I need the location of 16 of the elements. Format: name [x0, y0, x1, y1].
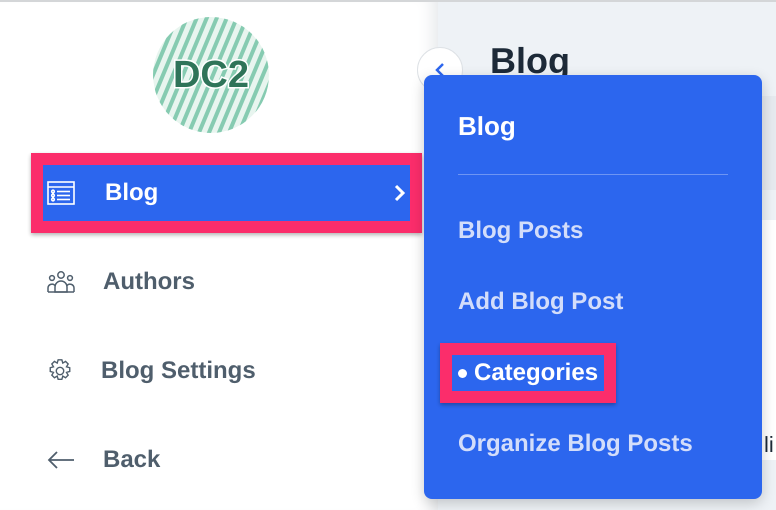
chevron-right-icon	[394, 184, 406, 202]
menu-item[interactable]: Organize Blog Posts	[458, 430, 693, 458]
menu-item[interactable]: Categories	[458, 359, 598, 387]
people-icon	[47, 270, 75, 294]
bullet-icon	[458, 368, 467, 378]
logo: DC2	[153, 17, 269, 133]
nav-item[interactable]: Blog Settings	[43, 343, 410, 399]
back-arrow-icon	[47, 450, 75, 470]
menu-title: Blog	[458, 111, 517, 142]
content-text: li	[764, 432, 774, 457]
nav-item[interactable]: Authors	[43, 254, 410, 310]
menu-item[interactable]: Add Blog Post	[458, 288, 624, 316]
menu-item[interactable]: Blog Posts	[458, 217, 584, 245]
nav-item[interactable]: Blog	[43, 165, 410, 221]
list-icon	[47, 181, 75, 205]
nav-item[interactable]: Back	[43, 432, 410, 488]
